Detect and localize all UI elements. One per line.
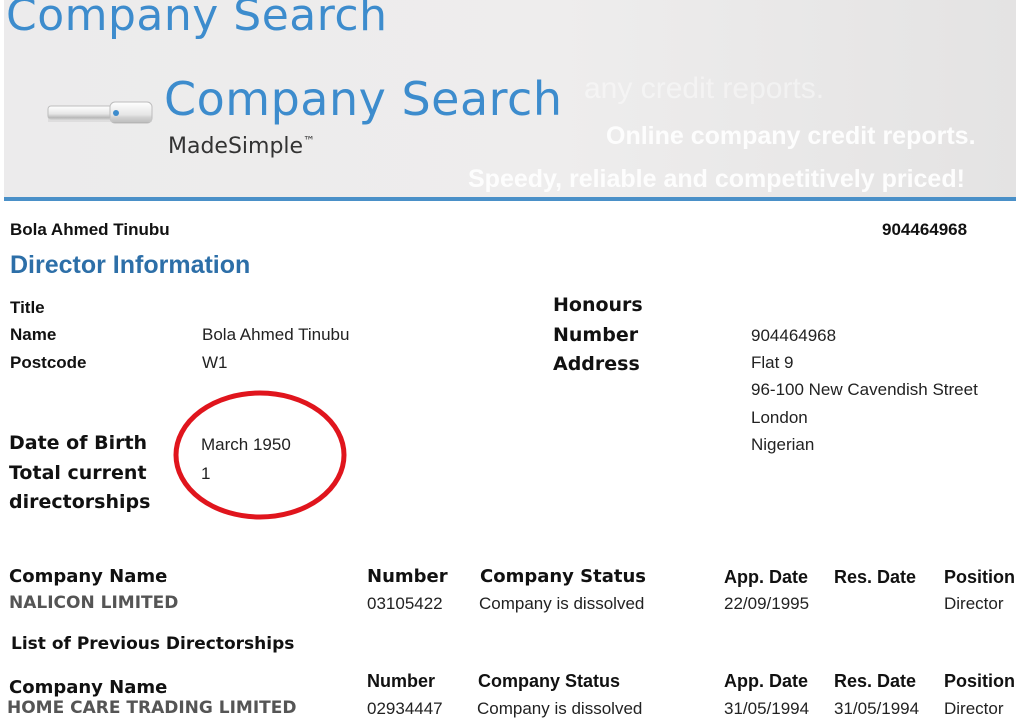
- company-name-link[interactable]: HOME CARE TRADING LIMITED: [7, 698, 296, 718]
- directorships-label-line2: directorships: [9, 491, 151, 513]
- current-col-status: Company Status: [480, 566, 647, 587]
- usb-drive-icon: [47, 101, 153, 124]
- banner-ghost-text: any credit reports.: [584, 72, 825, 105]
- banner-tagline-1: Online company credit reports.: [606, 122, 976, 150]
- previous-col-company: Company Name: [9, 677, 168, 698]
- name-label: Name: [10, 325, 57, 344]
- address-line-2: 96-100 New Cavendish Street: [751, 380, 978, 399]
- company-status: Company is dissolved: [479, 594, 645, 613]
- previous-col-position: Position: [944, 671, 1015, 691]
- current-col-res-date: Res. Date: [834, 567, 917, 587]
- previous-directorships-title: List of Previous Directorships: [11, 634, 295, 654]
- highlight-circle: [173, 390, 347, 520]
- banner-divider: [4, 197, 1016, 201]
- company-number: 03105422: [367, 594, 443, 613]
- director-number-header: 904464968: [882, 220, 968, 239]
- banner-tagline-2: Speedy, reliable and competitively price…: [468, 165, 965, 193]
- director-name-header: Bola Ahmed Tinubu: [10, 220, 170, 239]
- nationality-value: Nigerian: [751, 435, 815, 454]
- dob-label: Date of Birth: [9, 432, 148, 454]
- logo-title: Company Search: [164, 72, 563, 126]
- name-value: Bola Ahmed Tinubu: [202, 325, 350, 344]
- previous-col-status: Company Status: [478, 671, 621, 691]
- logo-subtitle: MadeSimple™: [168, 134, 316, 159]
- banner-top-title: Company Search: [6, 0, 388, 41]
- position: Director: [944, 699, 1004, 718]
- banner: Company Search Company Search MadeSimple…: [4, 0, 1016, 198]
- app-date: 22/09/1995: [724, 594, 810, 613]
- position: Director: [944, 594, 1004, 613]
- directorships-label-line1: Total current: [9, 462, 147, 484]
- current-col-app-date: App. Date: [724, 567, 809, 587]
- current-col-position: Position: [944, 567, 1015, 587]
- number-label: Number: [553, 324, 639, 346]
- company-name-link[interactable]: NALICON LIMITED: [9, 593, 178, 613]
- section-title: Director Information: [10, 251, 251, 279]
- honours-label: Honours: [553, 294, 643, 316]
- previous-col-number: Number: [367, 671, 436, 691]
- current-col-company: Company Name: [9, 566, 168, 587]
- current-col-number: Number: [367, 566, 448, 587]
- company-number: 02934447: [367, 699, 443, 718]
- app-date: 31/05/1994: [724, 699, 810, 718]
- address-label: Address: [553, 353, 640, 375]
- previous-col-app-date: App. Date: [724, 671, 809, 691]
- title-label: Title: [10, 298, 45, 317]
- previous-col-res-date: Res. Date: [834, 671, 917, 691]
- address-line-1: Flat 9: [751, 353, 794, 372]
- number-value: 904464968: [751, 326, 837, 345]
- company-status: Company is dissolved: [477, 699, 643, 718]
- postcode-value: W1: [202, 353, 228, 372]
- address-line-3: London: [751, 408, 808, 427]
- postcode-label: Postcode: [10, 353, 87, 372]
- res-date: 31/05/1994: [834, 699, 920, 718]
